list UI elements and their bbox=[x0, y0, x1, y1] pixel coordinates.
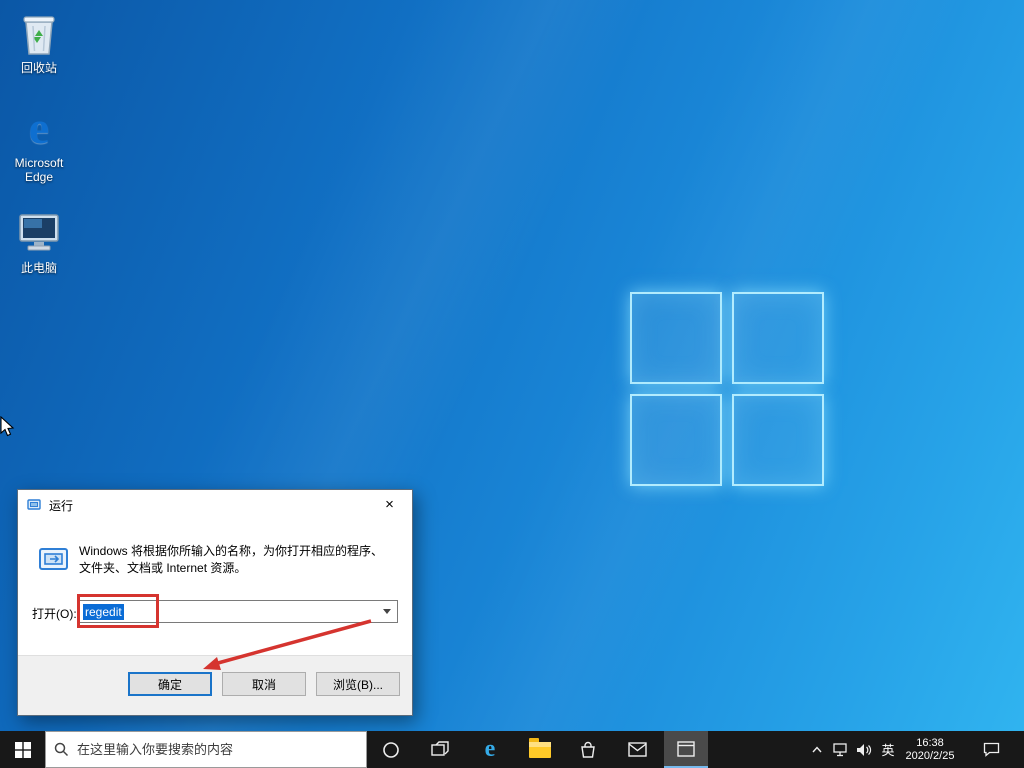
taskbar-search-box[interactable] bbox=[45, 731, 367, 768]
action-center-icon bbox=[983, 742, 999, 757]
logo-pane bbox=[732, 292, 824, 384]
desktop-icon-edge[interactable]: e Microsoft Edge bbox=[3, 102, 75, 185]
edge-icon: e bbox=[28, 102, 50, 153]
tray-clock[interactable]: 16:38 2020/2/25 bbox=[898, 731, 962, 768]
action-center-button[interactable] bbox=[974, 731, 1008, 768]
run-dialog: 运行 × Windows 将根据你所输入的名称，为你打开相应的程序、 文件夹、文… bbox=[17, 489, 413, 716]
taskbar: e 英 bbox=[0, 731, 1024, 768]
close-icon[interactable]: × bbox=[367, 490, 412, 519]
run-dialog-description: Windows 将根据你所输入的名称，为你打开相应的程序、 文件夹、文档或 In… bbox=[79, 544, 384, 575]
logo-pane bbox=[630, 394, 722, 486]
run-dialog-titlebar[interactable]: 运行 bbox=[18, 490, 412, 520]
run-input-value: regedit bbox=[83, 603, 124, 620]
task-view-icon bbox=[431, 740, 449, 756]
desktop-icon-recycle-bin[interactable]: 回收站 bbox=[3, 8, 75, 75]
run-big-icon bbox=[38, 544, 72, 581]
windows-logo-icon bbox=[14, 741, 31, 758]
this-pc-icon bbox=[3, 208, 75, 258]
tray-network-icon[interactable] bbox=[830, 731, 852, 768]
chevron-down-icon[interactable] bbox=[377, 601, 397, 622]
taskbar-store-button[interactable] bbox=[566, 731, 610, 768]
active-window-icon bbox=[677, 740, 695, 757]
desktop-icon-this-pc[interactable]: 此电脑 bbox=[3, 208, 75, 275]
run-dialog-title: 运行 bbox=[49, 498, 74, 513]
file-explorer-icon bbox=[529, 737, 551, 758]
desktop-icon-label: 回收站 bbox=[20, 61, 57, 75]
open-label: 打开(O): bbox=[32, 607, 77, 621]
desktop-icon-label: 此电脑 bbox=[20, 261, 57, 275]
tray-ime-indicator[interactable]: 英 bbox=[876, 731, 900, 768]
windows-wallpaper-logo bbox=[630, 292, 824, 486]
search-icon bbox=[54, 742, 69, 757]
taskbar-cortana-button[interactable] bbox=[369, 731, 413, 768]
tray-time: 16:38 bbox=[916, 736, 944, 749]
start-button[interactable] bbox=[0, 731, 45, 768]
taskbar-edge-button[interactable]: e bbox=[468, 731, 512, 768]
desktop-icon-label: Microsoft Edge bbox=[14, 156, 64, 184]
ok-button[interactable]: 确定 bbox=[128, 672, 212, 696]
taskbar-mail-button[interactable] bbox=[615, 731, 659, 768]
tray-chevron-up-icon[interactable] bbox=[806, 731, 828, 768]
recycle-bin-icon bbox=[3, 8, 75, 58]
logo-pane bbox=[732, 394, 824, 486]
logo-pane bbox=[630, 292, 722, 384]
taskbar-task-view-button[interactable] bbox=[418, 731, 462, 768]
store-icon bbox=[581, 741, 595, 758]
taskbar-file-explorer-button[interactable] bbox=[518, 731, 562, 768]
cortana-icon bbox=[383, 741, 399, 758]
run-dialog-icon bbox=[27, 497, 43, 513]
cancel-button[interactable]: 取消 bbox=[222, 672, 306, 696]
search-input[interactable] bbox=[77, 742, 358, 757]
tray-volume-icon[interactable] bbox=[852, 731, 876, 768]
run-input[interactable]: regedit bbox=[79, 600, 398, 623]
edge-icon: e bbox=[484, 736, 496, 762]
mail-icon bbox=[627, 742, 647, 757]
tray-date: 2020/2/25 bbox=[905, 749, 955, 762]
browse-button[interactable]: 浏览(B)... bbox=[316, 672, 400, 696]
taskbar-active-window-button[interactable] bbox=[664, 731, 708, 768]
